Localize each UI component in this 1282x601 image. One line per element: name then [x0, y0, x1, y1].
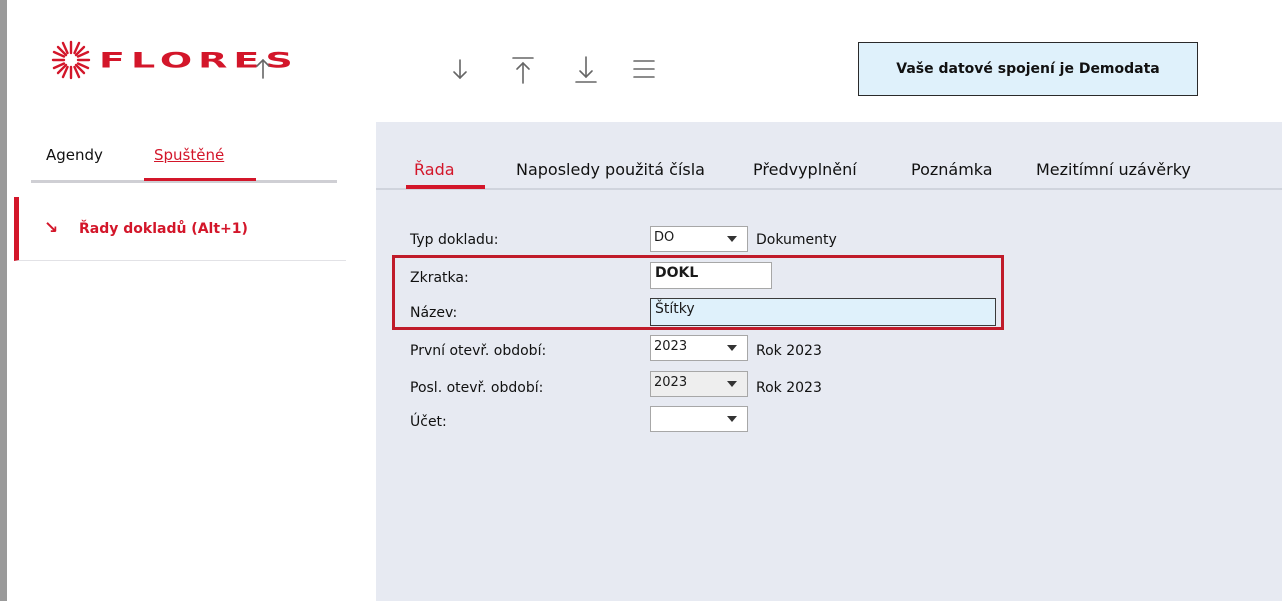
posl-obdobi-select[interactable]: 2023 — [650, 371, 748, 397]
arrow-down-right-icon: ↘ — [44, 218, 59, 238]
arrow-up-icon[interactable] — [250, 54, 276, 84]
sidebar-item-label: Řady dokladů (Alt+1) — [79, 221, 248, 237]
main-panel: Řada Naposledy použitá čísla Předvyplněn… — [376, 122, 1282, 601]
window-left-edge — [0, 0, 7, 601]
typ-dokladu-label: Typ dokladu: — [410, 232, 499, 248]
sidebar-tabs: Agendy Spuštěné — [31, 146, 337, 183]
ucet-label: Účet: — [410, 414, 447, 430]
prvni-obdobi-description: Rok 2023 — [756, 343, 822, 359]
tab-poznamka[interactable]: Poznámka — [911, 160, 993, 179]
chevron-down-icon — [727, 381, 737, 387]
tab-agendy[interactable]: Agendy — [46, 146, 103, 164]
chevron-down-icon — [727, 236, 737, 242]
panel-gutter — [346, 122, 376, 601]
tab-spustene[interactable]: Spuštěné — [154, 146, 224, 164]
prvni-obdobi-value: 2023 — [654, 339, 688, 354]
tab-rada[interactable]: Řada — [414, 160, 455, 179]
sidebar-item-rady-dokladu[interactable]: ↘ Řady dokladů (Alt+1) — [14, 197, 346, 261]
posl-obdobi-description: Rok 2023 — [756, 380, 822, 396]
tab-mezitimni-uzaverky[interactable]: Mezitímní uzávěrky — [1036, 160, 1191, 179]
typ-dokladu-description: Dokumenty — [756, 232, 837, 248]
tab-naposledy-pouzita-cisla[interactable]: Naposledy použitá čísla — [516, 160, 705, 179]
menu-icon[interactable] — [631, 54, 657, 84]
connection-info: Vaše datové spojení je Demodata — [858, 42, 1198, 96]
prvni-obdobi-select[interactable]: 2023 — [650, 335, 748, 361]
posl-obdobi-value: 2023 — [654, 375, 688, 390]
move-to-top-icon[interactable] — [510, 54, 536, 84]
header: FLORES Vaše datové spojení je Demodata — [7, 0, 1282, 122]
ucet-select[interactable] — [650, 406, 748, 432]
annotation-highlight-box — [392, 255, 1004, 330]
move-to-bottom-icon[interactable] — [573, 54, 599, 84]
typ-dokladu-select[interactable]: DO — [650, 226, 748, 252]
arrow-down-icon[interactable] — [447, 54, 473, 84]
prvni-obdobi-label: První otevř. období: — [410, 343, 547, 359]
posl-obdobi-label: Posl. otevř. období: — [410, 380, 544, 396]
typ-dokladu-value: DO — [654, 230, 675, 245]
chevron-down-icon — [727, 345, 737, 351]
active-tab-indicator — [406, 185, 485, 189]
active-tab-indicator — [144, 178, 256, 181]
chevron-down-icon — [727, 416, 737, 422]
main-tabs: Řada Naposledy použitá čísla Předvyplněn… — [376, 122, 1282, 190]
tab-predvyplneni[interactable]: Předvyplnění — [753, 160, 857, 179]
sidebar: Agendy Spuštěné ↘ Řady dokladů (Alt+1) — [7, 122, 346, 601]
sunburst-logo-icon — [51, 40, 91, 80]
